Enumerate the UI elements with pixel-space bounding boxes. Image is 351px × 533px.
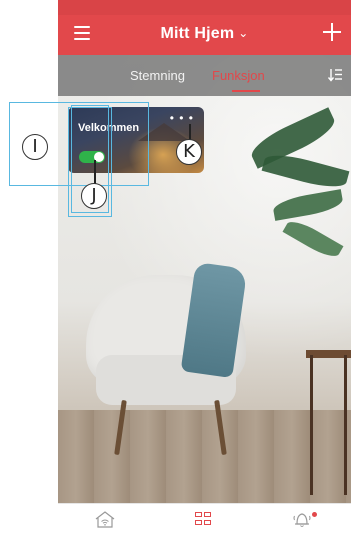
- sort-icon[interactable]: [327, 67, 343, 83]
- grid-icon[interactable]: [195, 512, 211, 526]
- bell-icon[interactable]: [292, 510, 312, 528]
- home-selector[interactable]: Mitt Hjem ⌄: [58, 25, 351, 43]
- notification-badge: [312, 512, 317, 517]
- bottom-nav: [58, 503, 351, 533]
- annotation-label-k: K: [176, 139, 202, 165]
- annotation-leader-j: [94, 160, 96, 184]
- annotation-label-i: I: [22, 134, 48, 160]
- tab-stemning[interactable]: Stemning: [130, 68, 185, 83]
- plus-icon[interactable]: [323, 23, 341, 41]
- active-tab-indicator: [232, 90, 260, 92]
- tab-funksjon[interactable]: Funksjon: [212, 68, 265, 83]
- home-wifi-icon[interactable]: [95, 510, 115, 528]
- chevron-down-icon: ⌄: [238, 26, 249, 40]
- annotation-label-j: J: [81, 183, 107, 209]
- app-header: Mitt Hjem ⌄: [58, 15, 351, 55]
- page-title: Mitt Hjem: [160, 25, 235, 42]
- tab-bar: Stemning Funksjon: [58, 55, 351, 96]
- status-bar: [58, 0, 351, 15]
- floor: [58, 410, 351, 503]
- phone-screen: Mitt Hjem ⌄ Stemning Funksjon Velkommen …: [58, 0, 351, 533]
